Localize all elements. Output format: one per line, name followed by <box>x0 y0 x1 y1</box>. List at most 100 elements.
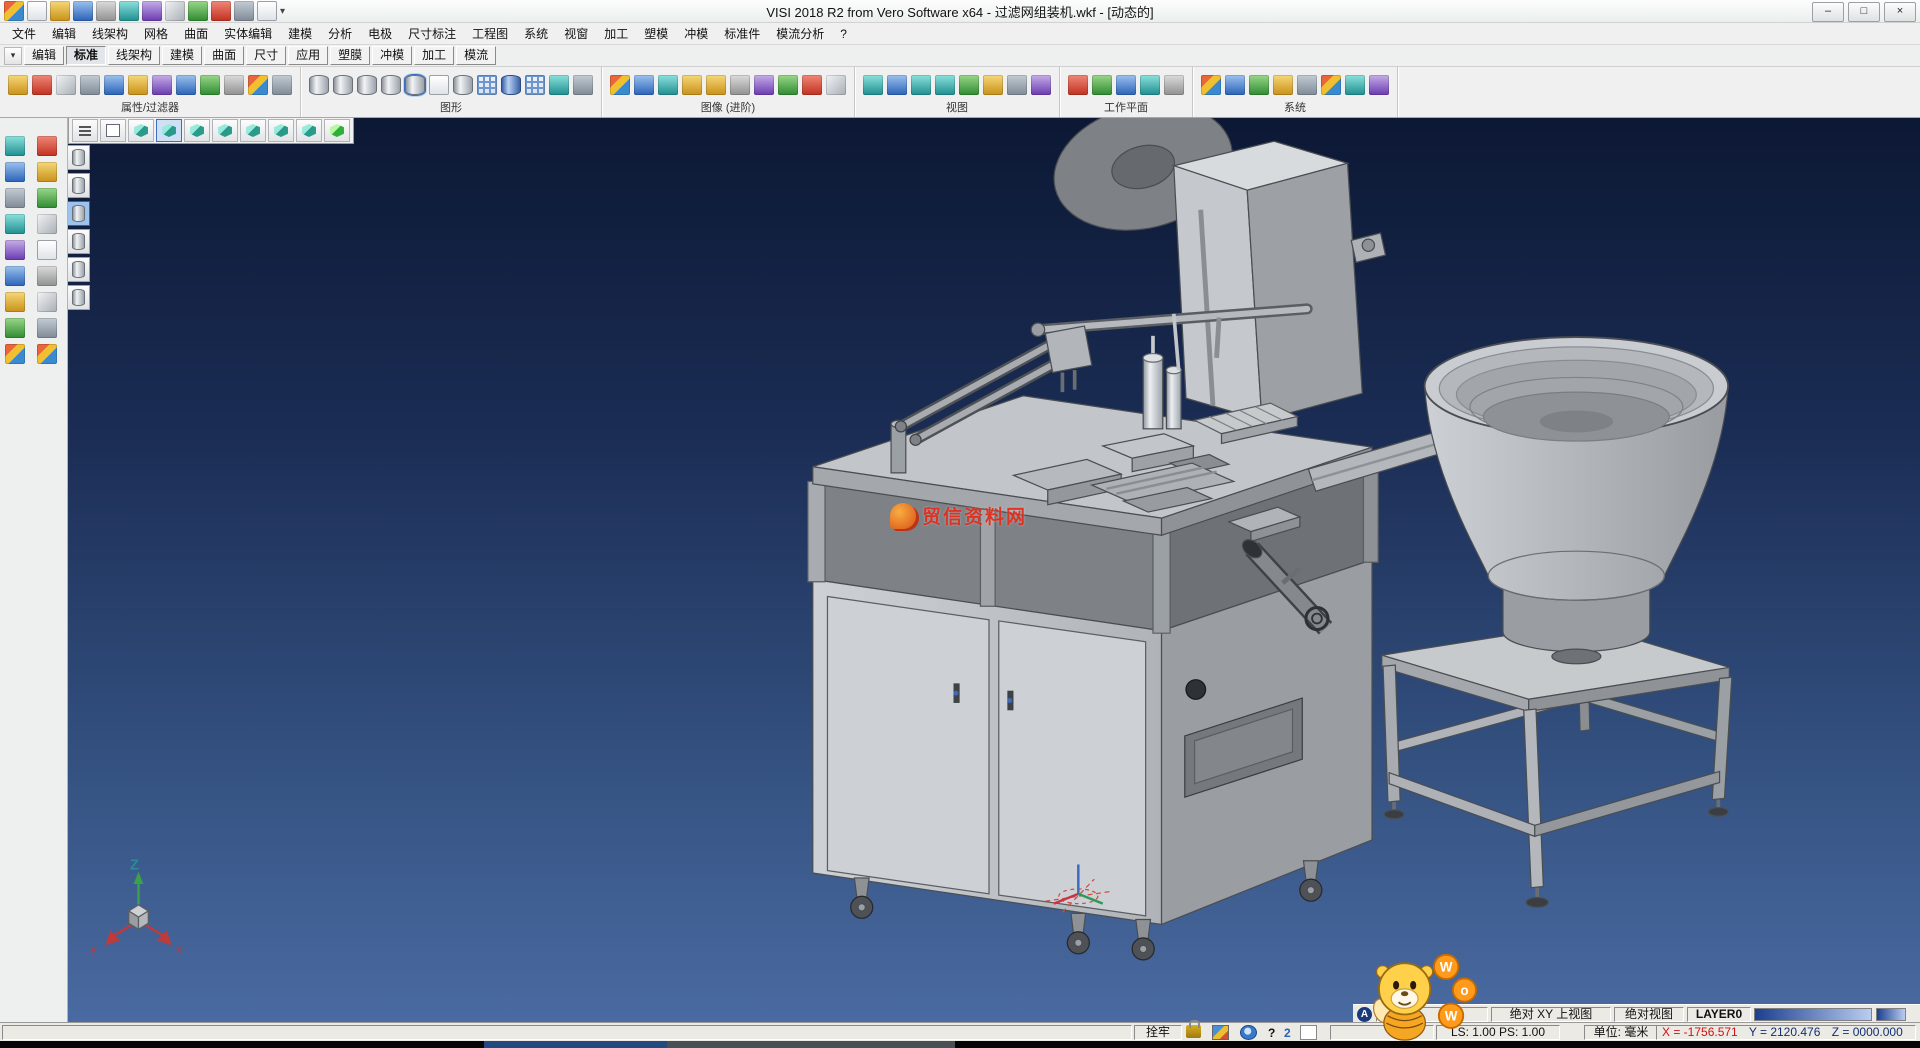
render-shaded-icon[interactable] <box>610 75 630 95</box>
help-indicator[interactable]: ? <box>1268 1026 1275 1040</box>
render-transparent-icon[interactable] <box>658 75 678 95</box>
curves-icon[interactable] <box>5 292 25 312</box>
dynamic-view-icon[interactable] <box>1031 75 1051 95</box>
filter-edit-icon[interactable] <box>152 75 172 95</box>
delete-icon[interactable] <box>211 1 231 21</box>
display-all-button[interactable] <box>68 145 90 170</box>
redraw-icon[interactable] <box>188 1 208 21</box>
menu-item-2[interactable]: 线架构 <box>84 23 136 44</box>
color-table-icon[interactable] <box>1321 75 1341 95</box>
render-icon[interactable] <box>5 344 25 364</box>
texture-icon[interactable] <box>682 75 702 95</box>
rotate-icon[interactable] <box>5 214 25 234</box>
tab-8[interactable]: 冲模 <box>372 46 412 65</box>
menu-item-11[interactable]: 系统 <box>516 23 556 44</box>
preferences-icon[interactable] <box>1297 75 1317 95</box>
color-scale-bar[interactable] <box>1754 1008 1872 1021</box>
workplane-view-icon[interactable] <box>1140 75 1160 95</box>
tab-4[interactable]: 曲面 <box>204 46 244 65</box>
menu-item-13[interactable]: 加工 <box>596 23 636 44</box>
tab-3[interactable]: 建模 <box>162 46 202 65</box>
view-iso-3-button[interactable] <box>184 119 210 142</box>
absolute-view-indicator[interactable]: 绝对视图 <box>1614 1007 1684 1022</box>
measure-icon[interactable] <box>5 318 25 338</box>
display-options-icon[interactable] <box>1225 75 1245 95</box>
erase-attributes-icon[interactable] <box>32 75 52 95</box>
print-preview-icon[interactable] <box>119 1 139 21</box>
edit-attributes-icon[interactable] <box>8 75 28 95</box>
cylinder-grid-icon[interactable] <box>501 75 521 95</box>
viewbar-menu-button[interactable] <box>72 119 98 142</box>
zoom-window-icon[interactable] <box>5 136 25 156</box>
zoom-out-icon[interactable] <box>935 75 955 95</box>
solid-cylinder-2-icon[interactable] <box>333 75 353 95</box>
maximize-button[interactable]: □ <box>1848 2 1880 22</box>
lighting-icon[interactable] <box>706 75 726 95</box>
snap-settings-icon[interactable] <box>1249 75 1269 95</box>
menu-item-4[interactable]: 曲面 <box>176 23 216 44</box>
modify-icon[interactable] <box>37 188 57 208</box>
active-layer-indicator[interactable]: LAYER0 <box>1687 1007 1751 1022</box>
menu-item-14[interactable]: 塑模 <box>636 23 676 44</box>
offset-icon[interactable] <box>37 214 57 234</box>
menu-item-18[interactable]: ? <box>832 25 855 43</box>
view-iso-7-button[interactable] <box>296 119 322 142</box>
view-iso-1-button[interactable] <box>128 119 154 142</box>
page-icon[interactable] <box>1300 1025 1317 1040</box>
attributes-on-icon[interactable] <box>248 75 268 95</box>
display-surfaces-button[interactable] <box>68 257 90 282</box>
tab-9[interactable]: 加工 <box>414 46 454 65</box>
standard-views-icon[interactable] <box>1007 75 1027 95</box>
system-info-icon[interactable] <box>1345 75 1365 95</box>
filter-icon[interactable] <box>128 75 148 95</box>
menu-item-9[interactable]: 尺寸标注 <box>400 23 464 44</box>
taskbar-active-item[interactable] <box>484 1040 667 1048</box>
rotate-view-icon[interactable] <box>863 75 883 95</box>
view-iso-6-button[interactable] <box>268 119 294 142</box>
copy-attributes-icon[interactable] <box>56 75 76 95</box>
tab-2[interactable]: 线架构 <box>108 46 160 65</box>
3d-viewport[interactable]: Z x y 贸信资料网 <box>68 118 1920 1026</box>
minimize-button[interactable]: – <box>1812 2 1844 22</box>
image-mode-icon[interactable] <box>1212 1025 1229 1040</box>
workplane-xy-icon[interactable] <box>1068 75 1088 95</box>
shadows-icon[interactable] <box>730 75 750 95</box>
notes-icon[interactable] <box>37 292 57 312</box>
layers-icon[interactable] <box>37 318 57 338</box>
display-points-button[interactable] <box>68 285 90 310</box>
globe-icon[interactable] <box>1240 1025 1257 1040</box>
hidden-line-mode-icon[interactable] <box>453 75 473 95</box>
workplane-3points-icon[interactable] <box>1116 75 1136 95</box>
mask-on-icon[interactable] <box>200 75 220 95</box>
save-document-icon[interactable] <box>73 1 93 21</box>
solid-cylinder-3-icon[interactable] <box>357 75 377 95</box>
extrude-icon[interactable] <box>5 240 25 260</box>
print-icon[interactable] <box>96 1 116 21</box>
zoom-in-icon[interactable] <box>911 75 931 95</box>
sheet-icon[interactable] <box>37 240 57 260</box>
taskbar-strip[interactable] <box>0 1040 1920 1048</box>
taskbar-item[interactable] <box>667 1040 955 1048</box>
window-arrange-icon[interactable] <box>234 1 254 21</box>
app-logo-icon[interactable] <box>4 1 24 21</box>
image-export-icon[interactable] <box>165 1 185 21</box>
menu-item-8[interactable]: 电极 <box>360 23 400 44</box>
view-top-button[interactable] <box>100 119 126 142</box>
mascot-widget[interactable]: W o W <box>1368 952 1484 1044</box>
tab-1[interactable]: 标准 <box>66 46 106 65</box>
wireframe-mode-icon[interactable] <box>429 75 449 95</box>
previous-view-icon[interactable] <box>983 75 1003 95</box>
section-view-icon[interactable] <box>549 75 569 95</box>
render-edges-icon[interactable] <box>634 75 654 95</box>
palette-icon[interactable] <box>37 344 57 364</box>
tab-10[interactable]: 模流 <box>456 46 496 65</box>
tabbar-dropdown[interactable]: ▾ <box>4 47 22 65</box>
smart-delete-icon[interactable] <box>37 136 57 156</box>
view-shaded-iso-button[interactable] <box>324 119 350 142</box>
display-solids-button[interactable] <box>68 173 90 198</box>
tab-0[interactable]: 编辑 <box>24 46 64 65</box>
open-document-icon[interactable] <box>50 1 70 21</box>
menu-item-12[interactable]: 视窗 <box>556 23 596 44</box>
layer-manager-icon[interactable] <box>1273 75 1293 95</box>
paste-entities-icon[interactable] <box>104 75 124 95</box>
